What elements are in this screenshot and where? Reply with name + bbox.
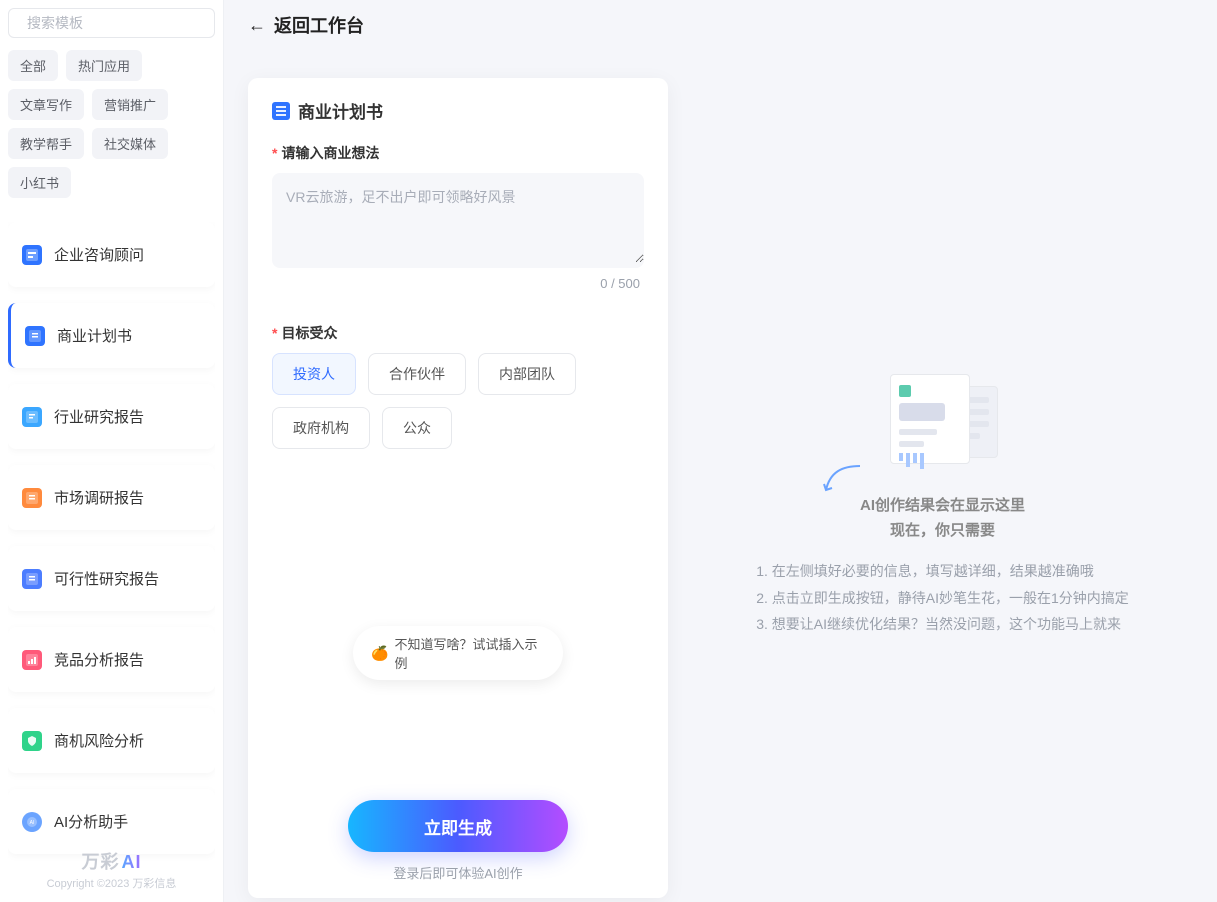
login-hint: 登录后即可体验AI创作 (248, 863, 668, 882)
svg-text:AI: AI (30, 820, 35, 826)
nav-label: 行业研究报告 (54, 406, 144, 427)
nav-label: 企业咨询顾问 (54, 244, 144, 265)
result-step: 2. 点击立即生成按钮，静待AI妙笔生花，一般在1分钟内搞定 (756, 585, 1129, 612)
form-panel: 商业计划书 *请输入商业想法 0 / 500 *目标受众 投资人 合作伙伴 内部… (248, 78, 668, 898)
curve-arrow-icon (822, 464, 862, 494)
result-illustration (882, 374, 1002, 474)
tag-item[interactable]: 社交媒体 (92, 128, 168, 159)
consultant-icon (22, 245, 42, 265)
audience-chip[interactable]: 合作伙伴 (368, 353, 466, 395)
report-icon (22, 407, 42, 427)
search-input[interactable] (27, 15, 208, 31)
result-step: 1. 在左侧填好必要的信息，填写越详细，结果越准确哦 (756, 558, 1129, 585)
document-icon (25, 326, 45, 346)
nav-item-business-plan[interactable]: 商业计划书 (8, 303, 215, 368)
search-box[interactable] (8, 8, 215, 38)
document-icon (272, 102, 290, 120)
nav-list: 企业咨询顾问 商业计划书 行业研究报告 市场调研报告 可行性研究报告 竞品分析报… (8, 222, 215, 894)
lightbulb-icon: 🍊 (371, 645, 388, 662)
audience-chip[interactable]: 公众 (382, 407, 452, 449)
tag-item[interactable]: 热门应用 (66, 50, 142, 81)
tag-item[interactable]: 教学帮手 (8, 128, 84, 159)
main: ← 返回工作台 商业计划书 *请输入商业想法 0 / 500 *目标受众 (224, 0, 1217, 902)
result-subtitle: 现在，你只需要 (756, 519, 1129, 540)
nav-label: 市场调研报告 (54, 487, 144, 508)
nav-label: 商机风险分析 (54, 730, 144, 751)
result-step: 3. 想要让AI继续优化结果？当然没问题，这个功能马上就来 (756, 611, 1129, 638)
nav-label: 可行性研究报告 (54, 568, 159, 589)
result-panel: AI创作结果会在显示这里 现在，你只需要 1. 在左侧填好必要的信息，填写越详细… (692, 50, 1193, 902)
back-label: 返回工作台 (274, 12, 364, 38)
nav-item-industry-report[interactable]: 行业研究报告 (8, 384, 215, 449)
idea-textarea-wrap (272, 173, 644, 268)
panel-title: 商业计划书 (272, 98, 644, 123)
audience-chip[interactable]: 政府机构 (272, 407, 370, 449)
generate-button[interactable]: 立即生成 (348, 800, 568, 852)
result-title: AI创作结果会在显示这里 (756, 494, 1129, 515)
audience-label: *目标受众 (272, 323, 644, 343)
nav-label: AI分析助手 (54, 811, 128, 832)
nav-item-competitor[interactable]: 竞品分析报告 (8, 627, 215, 692)
chart-icon (22, 650, 42, 670)
audience-chip[interactable]: 内部团队 (478, 353, 576, 395)
nav-item-ai-assistant[interactable]: AI AI分析助手 (8, 789, 215, 854)
tag-item[interactable]: 营销推广 (92, 89, 168, 120)
shield-icon (22, 731, 42, 751)
nav-item-consultant[interactable]: 企业咨询顾问 (8, 222, 215, 287)
char-counter: 0 / 500 (272, 276, 644, 295)
arrow-left-icon: ← (248, 15, 266, 36)
audience-options: 投资人 合作伙伴 内部团队 政府机构 公众 (272, 353, 644, 449)
tag-list: 全部 热门应用 文章写作 营销推广 教学帮手 社交媒体 小红书 (8, 50, 215, 198)
nav-item-market-research[interactable]: 市场调研报告 (8, 465, 215, 530)
tag-item[interactable]: 全部 (8, 50, 58, 81)
insert-example-hint[interactable]: 🍊 不知道写啥？试试插入示例 (353, 626, 563, 680)
ai-icon: AI (22, 812, 42, 832)
nav-item-risk[interactable]: 商机风险分析 (8, 708, 215, 773)
check-doc-icon (22, 569, 42, 589)
nav-item-feasibility[interactable]: 可行性研究报告 (8, 546, 215, 611)
nav-label: 竞品分析报告 (54, 649, 144, 670)
clipboard-icon (22, 488, 42, 508)
back-to-workspace[interactable]: ← 返回工作台 (224, 0, 1217, 50)
idea-textarea[interactable] (272, 173, 644, 263)
sidebar: 全部 热门应用 文章写作 营销推广 教学帮手 社交媒体 小红书 企业咨询顾问 商… (0, 0, 224, 902)
tag-item[interactable]: 文章写作 (8, 89, 84, 120)
idea-label: *请输入商业想法 (272, 143, 644, 163)
audience-chip[interactable]: 投资人 (272, 353, 356, 395)
nav-label: 商业计划书 (57, 325, 132, 346)
tag-item[interactable]: 小红书 (8, 167, 71, 198)
copyright: Copyright ©2023 万彩信息 (0, 876, 223, 894)
result-steps: 1. 在左侧填好必要的信息，填写越详细，结果越准确哦 2. 点击立即生成按钮，静… (756, 558, 1129, 638)
footer-brand: 万彩AI Copyright ©2023 万彩信息 (0, 848, 223, 894)
